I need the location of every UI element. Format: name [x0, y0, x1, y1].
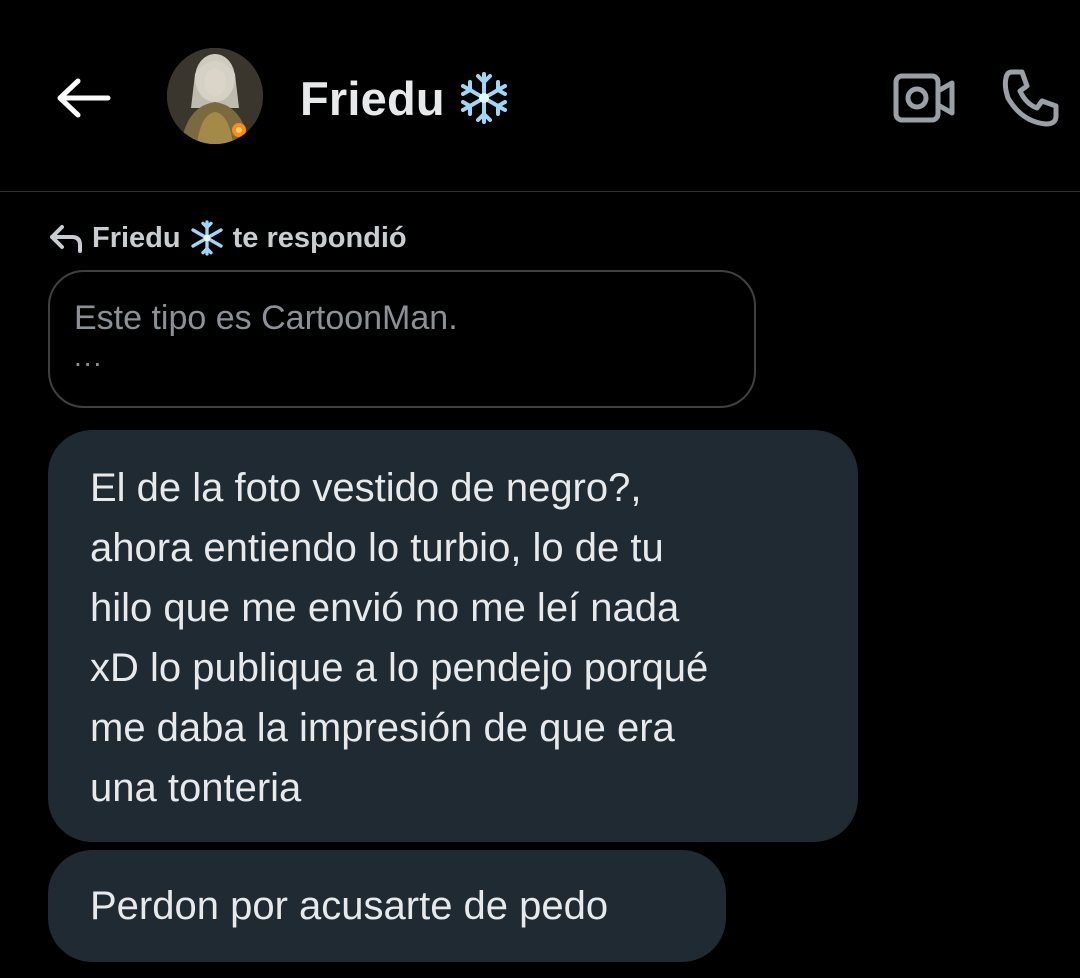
message-line: me daba la impresión de que era	[90, 706, 675, 750]
message-bubble[interactable]: El de la foto vestido de negro?, ahora e…	[48, 430, 858, 842]
snowflake-icon	[460, 72, 507, 124]
message-bubble[interactable]: Perdon por acusarte de pedo	[48, 850, 726, 962]
conversation-title: Friedu	[300, 66, 511, 130]
snowflake-icon	[190, 220, 223, 256]
video-call-button[interactable]	[890, 66, 958, 130]
quoted-more: ...	[74, 341, 104, 372]
quoted-message[interactable]: Este tipo es CartoonMan. ...	[48, 270, 756, 408]
phone-call-button[interactable]	[996, 62, 1066, 132]
message-line: El de la foto vestido de negro?,	[90, 466, 642, 510]
reply-context: Friedu te respondió	[48, 218, 407, 258]
reply-suffix: te respondió	[232, 221, 407, 254]
message-line: xD lo publique a lo pendejo porqué	[90, 646, 709, 690]
message-line: una tonteria	[90, 766, 302, 810]
video-call-icon	[893, 73, 955, 123]
avatar[interactable]	[167, 48, 263, 144]
reply-arrow-icon	[50, 225, 82, 253]
message-text: Perdon por acusarte de pedo	[90, 883, 609, 928]
quoted-text: Este tipo es CartoonMan.	[74, 299, 458, 337]
arrow-left-icon	[57, 78, 111, 118]
message-line: hilo que me envió no me leí nada	[90, 586, 680, 630]
phone-icon	[1002, 69, 1059, 127]
avatar-image	[167, 48, 263, 144]
page-title: Friedu	[300, 71, 445, 125]
back-button[interactable]	[52, 66, 116, 130]
conversation-header: Friedu	[0, 0, 1080, 192]
message-line: ahora entiendo lo turbio, lo de tu	[90, 526, 664, 570]
reply-author: Friedu	[92, 221, 181, 254]
